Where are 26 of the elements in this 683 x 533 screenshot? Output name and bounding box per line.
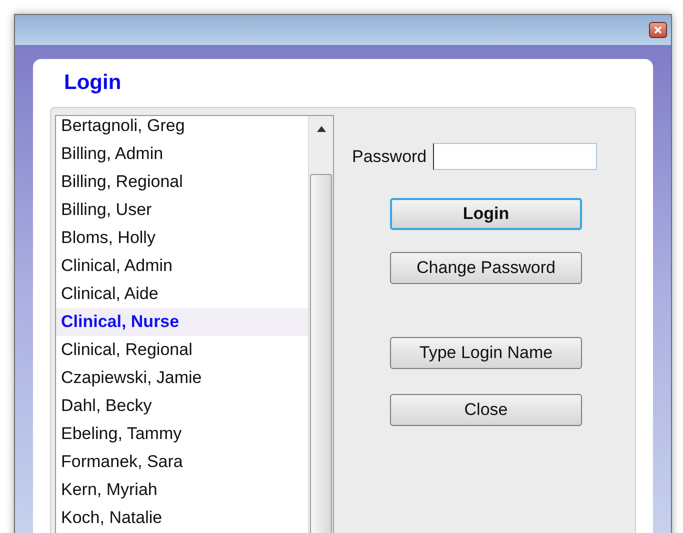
login-button[interactable]: Login <box>390 198 582 230</box>
scroll-thumb[interactable] <box>310 174 332 533</box>
user-list-item[interactable]: Clinical, Admin <box>56 252 308 280</box>
close-icon[interactable] <box>649 22 667 38</box>
user-list-item[interactable]: Billing, Admin <box>56 140 308 168</box>
user-list-item[interactable]: Clinical, Nurse <box>56 308 308 336</box>
user-list-item[interactable]: Clinical, Aide <box>56 280 308 308</box>
user-list-item[interactable]: Koch, Natalie <box>56 504 308 532</box>
user-list-item[interactable]: Dahl, Becky <box>56 392 308 420</box>
user-list-item[interactable]: Kern, Myriah <box>56 476 308 504</box>
change-password-button[interactable]: Change Password <box>390 252 582 284</box>
user-list-item[interactable]: Formanek, Sara <box>56 448 308 476</box>
password-label: Password <box>352 146 427 168</box>
scroll-up-icon[interactable] <box>316 126 326 132</box>
user-list-item[interactable]: Bloms, Holly <box>56 224 308 252</box>
scrollbar[interactable] <box>308 116 333 533</box>
type-login-name-button[interactable]: Type Login Name <box>390 337 582 369</box>
user-list-item[interactable]: Czapiewski, Jamie <box>56 364 308 392</box>
password-field[interactable] <box>432 143 597 170</box>
user-list-item[interactable]: Ebeling, Tammy <box>56 420 308 448</box>
user-list-item[interactable]: Clinical, Regional <box>56 336 308 364</box>
user-list-item[interactable]: Billing, Regional <box>56 168 308 196</box>
dialog-title: Login <box>63 70 122 96</box>
user-list-item[interactable]: Bertagnoli, Greg <box>56 116 308 140</box>
user-list-item[interactable]: Billing, User <box>56 196 308 224</box>
close-button[interactable]: Close <box>390 394 582 426</box>
